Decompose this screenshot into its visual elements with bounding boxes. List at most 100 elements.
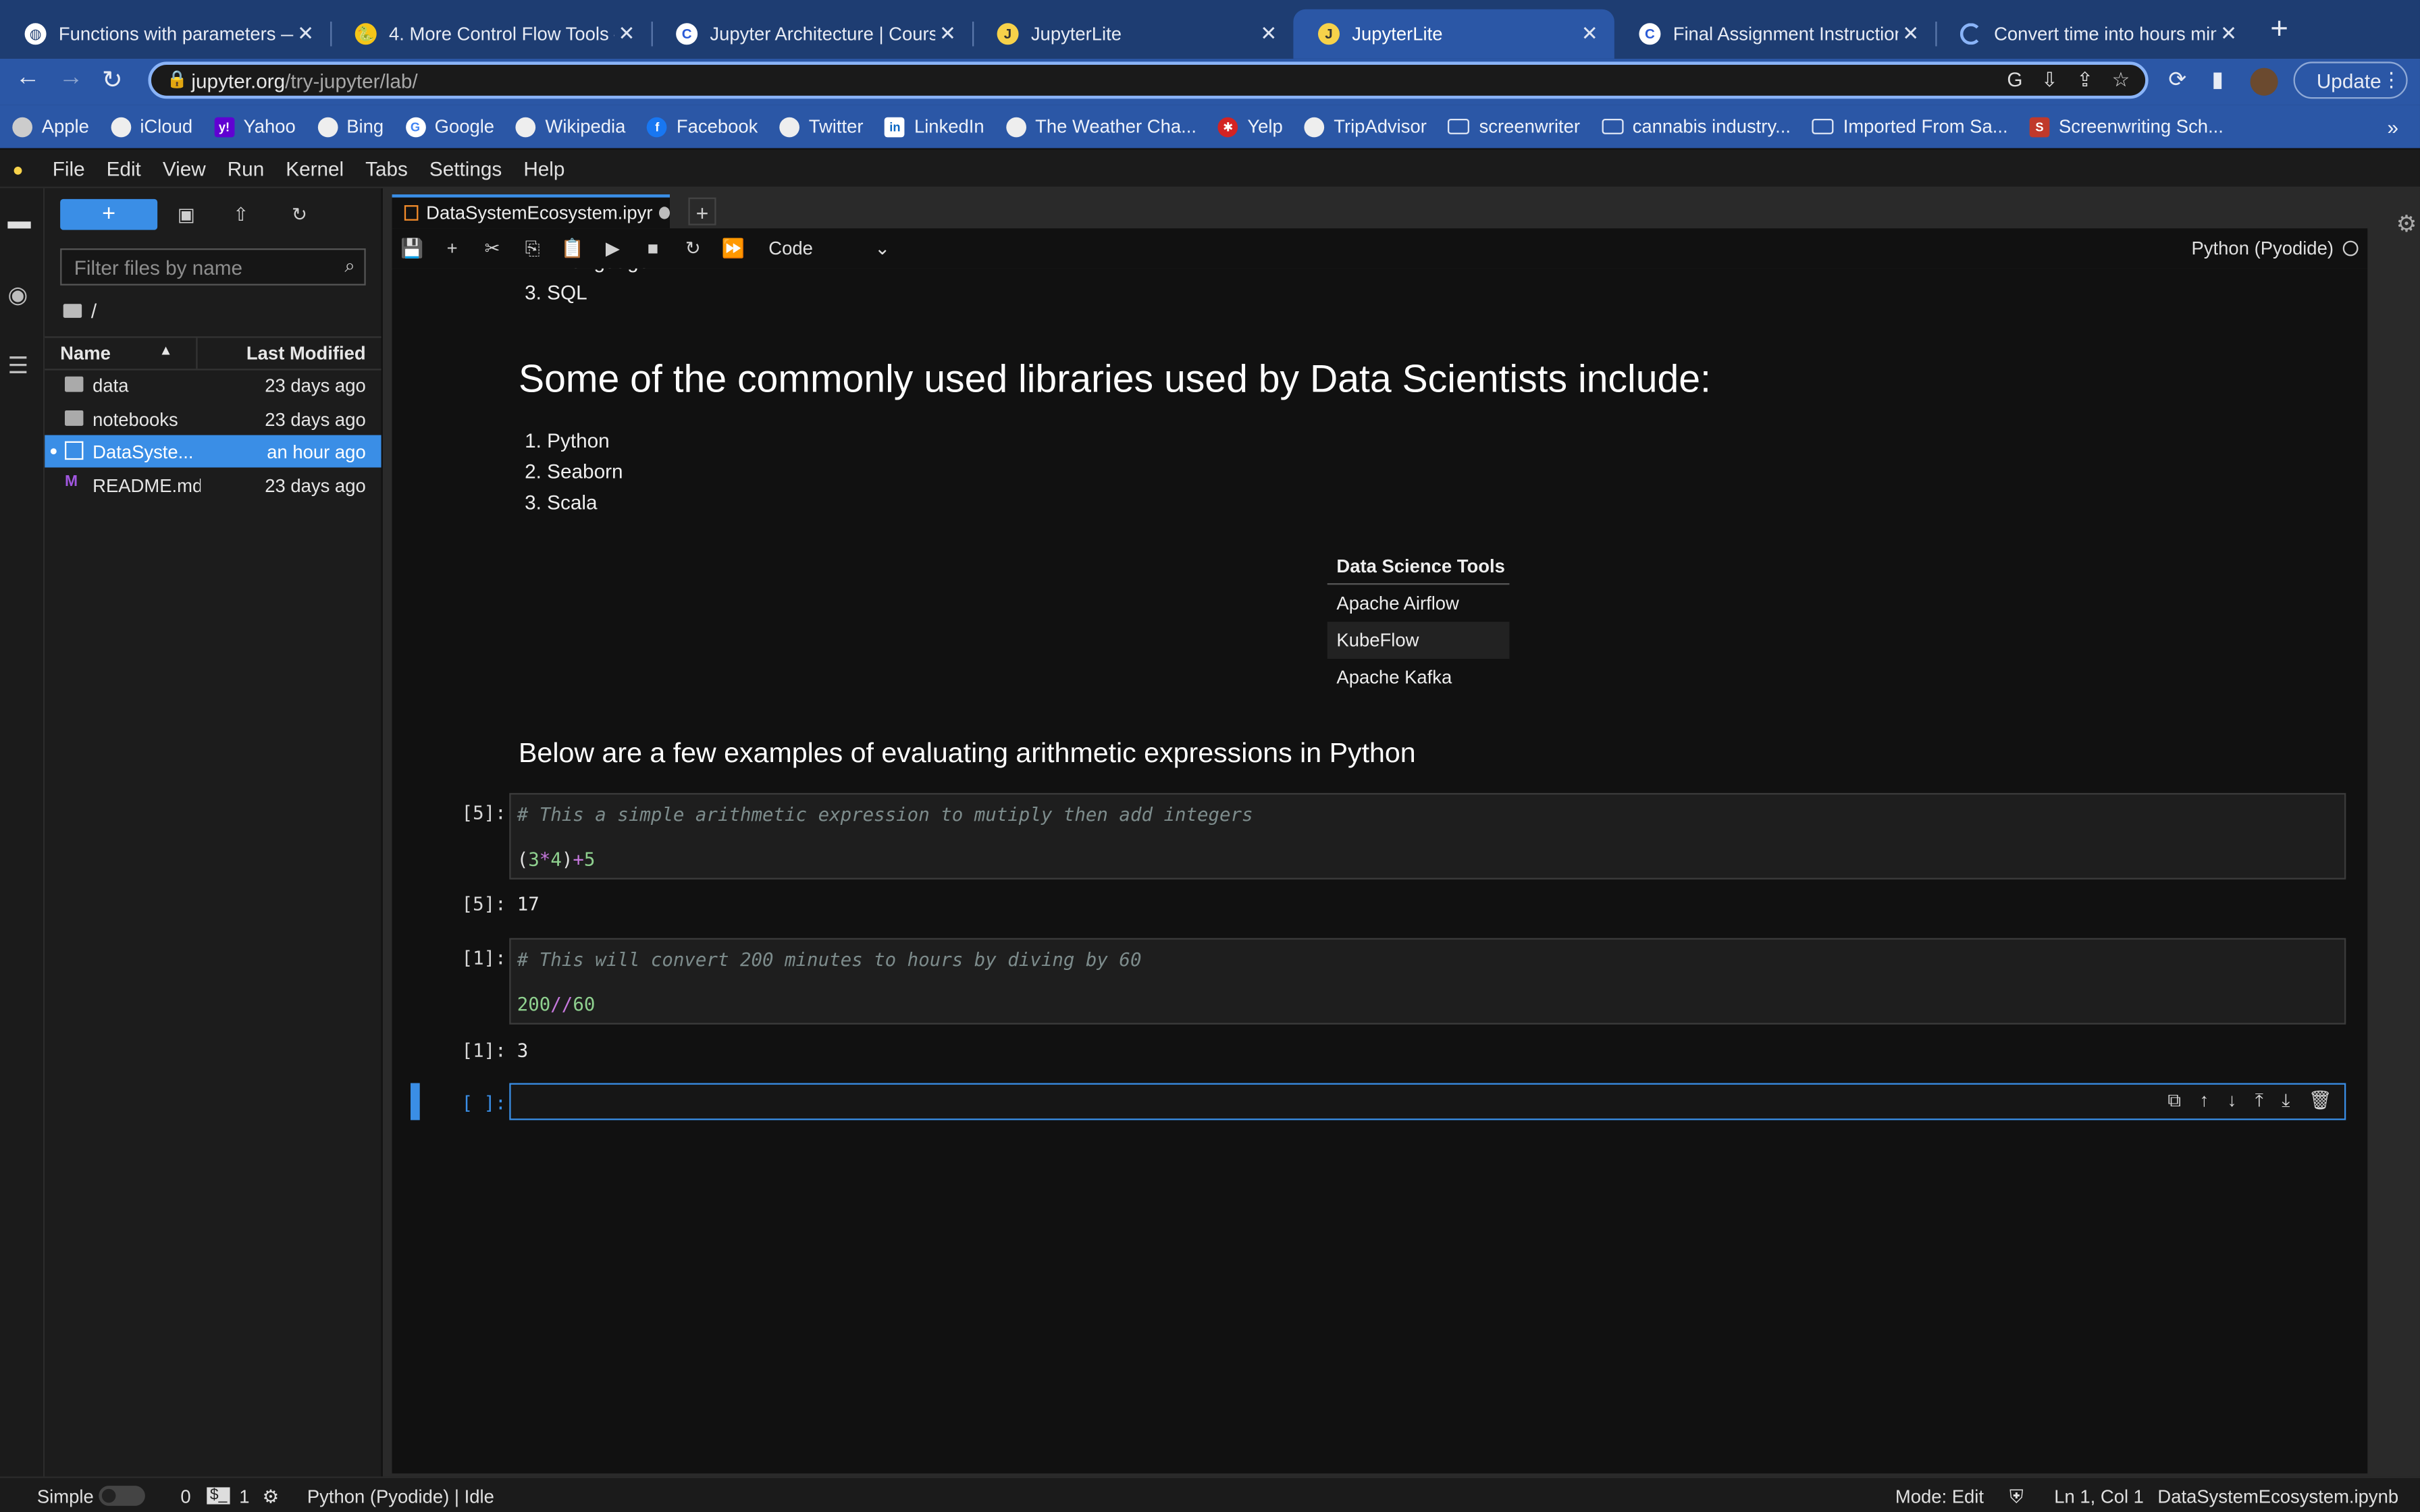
column-name[interactable]: Name bbox=[60, 342, 111, 364]
kernels-count[interactable]: 1 bbox=[239, 1486, 249, 1507]
save-icon[interactable]: 💾 bbox=[392, 238, 432, 259]
bookmark-icloud[interactable]: iCloud bbox=[110, 115, 192, 137]
cut-icon[interactable]: ✂ bbox=[472, 238, 512, 259]
stop-icon[interactable]: ■ bbox=[633, 238, 673, 259]
close-tab-icon[interactable]: ✕ bbox=[614, 22, 639, 47]
new-tab-button[interactable]: + bbox=[2270, 12, 2288, 48]
add-tab-button[interactable]: + bbox=[688, 197, 716, 225]
insert-below-icon[interactable]: ⤓ bbox=[2282, 1089, 2290, 1112]
close-tab-icon[interactable]: ✕ bbox=[935, 22, 960, 47]
close-tab-icon[interactable]: ✕ bbox=[1257, 22, 1282, 47]
column-last-modified[interactable]: Last Modified bbox=[246, 342, 366, 364]
kernel-indicator[interactable]: Python (Pyodide) bbox=[2192, 238, 2359, 259]
bookmark-star-icon[interactable]: ☆ bbox=[2112, 68, 2130, 93]
bookmark-facebook[interactable]: f Facebook bbox=[647, 115, 758, 137]
terminals-count[interactable]: 0 bbox=[180, 1486, 190, 1507]
filter-files-input[interactable]: Filter files by name ⌕ bbox=[60, 248, 366, 286]
back-arrow-icon[interactable]: ← bbox=[16, 65, 41, 92]
update-button[interactable]: Update ⋮ bbox=[2293, 61, 2408, 99]
browser-tab-active[interactable]: J JupyterLite ✕ bbox=[1293, 9, 1614, 59]
close-tab-icon[interactable]: ✕ bbox=[1577, 22, 1602, 47]
close-tab-icon[interactable]: ✕ bbox=[293, 22, 318, 47]
avatar[interactable] bbox=[2250, 68, 2278, 96]
simple-mode-toggle[interactable] bbox=[99, 1486, 145, 1506]
bookmark-folder-cannabis[interactable]: cannabis industry... bbox=[1601, 115, 1791, 137]
menu-view[interactable]: View bbox=[163, 157, 206, 180]
sort-ascending-icon[interactable]: ▲ bbox=[159, 342, 172, 358]
kernel-status[interactable]: Python (Pyodide) | Idle bbox=[307, 1486, 494, 1507]
code-cell[interactable]: # This a simple arithmetic expression to… bbox=[509, 792, 2346, 880]
breadcrumb[interactable]: / bbox=[63, 299, 97, 323]
code-cell[interactable]: # This will convert 200 minutes to hours… bbox=[509, 938, 2346, 1025]
install-app-icon[interactable]: ⇩ bbox=[2041, 68, 2058, 93]
menu-edit[interactable]: Edit bbox=[107, 157, 141, 180]
forward-arrow-icon[interactable]: → bbox=[59, 65, 84, 92]
address-bar[interactable]: 🔒 jupyter.org/try-jupyter/lab/ G ⇩ ⇪ ☆ bbox=[148, 61, 2149, 99]
file-row[interactable]: notebooks 23 days ago bbox=[45, 403, 381, 435]
menu-file[interactable]: File bbox=[53, 157, 85, 180]
lock-icon[interactable]: 🔒 bbox=[167, 70, 188, 89]
property-inspector-gear-icon[interactable]: ⚙ bbox=[2396, 210, 2417, 238]
active-code-cell[interactable]: ⧉ ↑ ↓ ⤒ ⤓ 🗑 bbox=[509, 1083, 2346, 1120]
cursor-position[interactable]: Ln 1, Col 1 bbox=[2054, 1486, 2144, 1507]
bookmark-folder-imported[interactable]: Imported From Sa... bbox=[1812, 115, 2008, 137]
notebook-tab[interactable]: DataSystemEcosystem.ipyr bbox=[392, 194, 670, 229]
google-lens-icon[interactable]: G bbox=[2007, 68, 2022, 93]
close-tab-icon[interactable]: ✕ bbox=[1898, 22, 1923, 47]
more-vert-icon[interactable]: ⋮ bbox=[2382, 68, 2402, 93]
bookmark-screenwriting[interactable]: S Screenwriting Sch... bbox=[2029, 115, 2224, 137]
browser-tab[interactable]: ◍ Functions with parameters — I ✕ bbox=[0, 9, 330, 59]
browser-tab[interactable]: J JupyterLite ✕ bbox=[972, 9, 1293, 59]
running-kernels-icon[interactable]: ◉ bbox=[7, 281, 28, 308]
move-up-icon[interactable]: ↑ bbox=[2199, 1089, 2209, 1112]
share-icon[interactable]: ⇪ bbox=[2076, 68, 2093, 93]
bookmark-folder-screenwriter[interactable]: screenwriter bbox=[1448, 115, 1580, 137]
menu-help[interactable]: Help bbox=[523, 157, 564, 180]
menu-kernel[interactable]: Kernel bbox=[286, 157, 344, 180]
close-tab-icon[interactable]: ✕ bbox=[2216, 22, 2241, 47]
bookmark-google[interactable]: G Google bbox=[405, 115, 494, 137]
file-row[interactable]: M README.md 23 days ago bbox=[45, 469, 381, 502]
insert-above-icon[interactable]: ⤒ bbox=[2255, 1089, 2263, 1112]
browser-tab[interactable]: C Jupyter Architecture | Coursera ✕ bbox=[652, 9, 972, 59]
bookmark-yelp[interactable]: ✱ Yelp bbox=[1217, 115, 1283, 137]
menu-tabs[interactable]: Tabs bbox=[365, 157, 408, 180]
run-icon[interactable]: ▶ bbox=[593, 238, 633, 259]
restart-run-all-icon[interactable]: ⏩ bbox=[713, 238, 753, 259]
insert-cell-icon[interactable]: + bbox=[432, 238, 472, 259]
file-row[interactable]: data 23 days ago bbox=[45, 369, 381, 401]
menu-settings[interactable]: Settings bbox=[429, 157, 502, 180]
no-trust-icon[interactable]: ⛨ bbox=[2009, 1486, 2024, 1509]
new-folder-icon[interactable]: ▣ bbox=[178, 204, 195, 225]
move-down-icon[interactable]: ↓ bbox=[2228, 1089, 2237, 1112]
folder-icon[interactable]: ▬ bbox=[7, 209, 30, 235]
file-row-selected[interactable]: ● DataSyste... an hour ago bbox=[45, 435, 382, 468]
browser-tab[interactable]: 🐍 4. More Control Flow Tools — F ✕ bbox=[330, 9, 651, 59]
unsaved-dot-icon[interactable] bbox=[658, 207, 670, 219]
bookmark-linkedin[interactable]: in LinkedIn bbox=[885, 115, 984, 137]
delete-cell-icon[interactable]: 🗑 bbox=[2309, 1089, 2332, 1112]
extensions-icon[interactable]: ⟳ bbox=[2168, 66, 2186, 92]
bookmark-wikipedia[interactable]: Wikipedia bbox=[516, 115, 625, 137]
paste-icon[interactable]: 📋 bbox=[552, 238, 592, 259]
bookmarks-overflow-icon[interactable]: » bbox=[2387, 115, 2398, 138]
new-launcher-button[interactable]: + bbox=[60, 198, 158, 230]
duplicate-cell-icon[interactable]: ⧉ bbox=[2167, 1089, 2181, 1112]
bookmark-twitter[interactable]: Twitter bbox=[779, 115, 864, 137]
menu-run[interactable]: Run bbox=[228, 157, 265, 180]
bookmark-yahoo[interactable]: y! Yahoo bbox=[214, 115, 296, 137]
table-of-contents-icon[interactable]: ☰ bbox=[7, 352, 28, 379]
browser-tab[interactable]: C Final Assignment Instructions: ✕ bbox=[1614, 9, 1935, 59]
bookmark-bing[interactable]: Bing bbox=[317, 115, 384, 137]
restart-icon[interactable]: ↻ bbox=[673, 238, 713, 259]
upload-icon[interactable]: ⇧ bbox=[233, 204, 248, 225]
bookmark-weather[interactable]: The Weather Cha... bbox=[1005, 115, 1196, 137]
side-panel-icon[interactable]: ▮ bbox=[2211, 66, 2224, 92]
browser-tab[interactable]: Convert time into hours minute ✕ bbox=[1935, 9, 2253, 59]
cell-type-dropdown[interactable]: Code ⌄ bbox=[768, 238, 890, 259]
bookmark-apple[interactable]: Apple bbox=[12, 115, 89, 137]
reload-icon[interactable]: ↻ bbox=[102, 65, 123, 96]
bookmark-tripadvisor[interactable]: TripAdvisor bbox=[1304, 115, 1427, 137]
copy-icon[interactable]: ⎘ bbox=[512, 237, 552, 260]
refresh-icon[interactable]: ↻ bbox=[292, 204, 307, 225]
